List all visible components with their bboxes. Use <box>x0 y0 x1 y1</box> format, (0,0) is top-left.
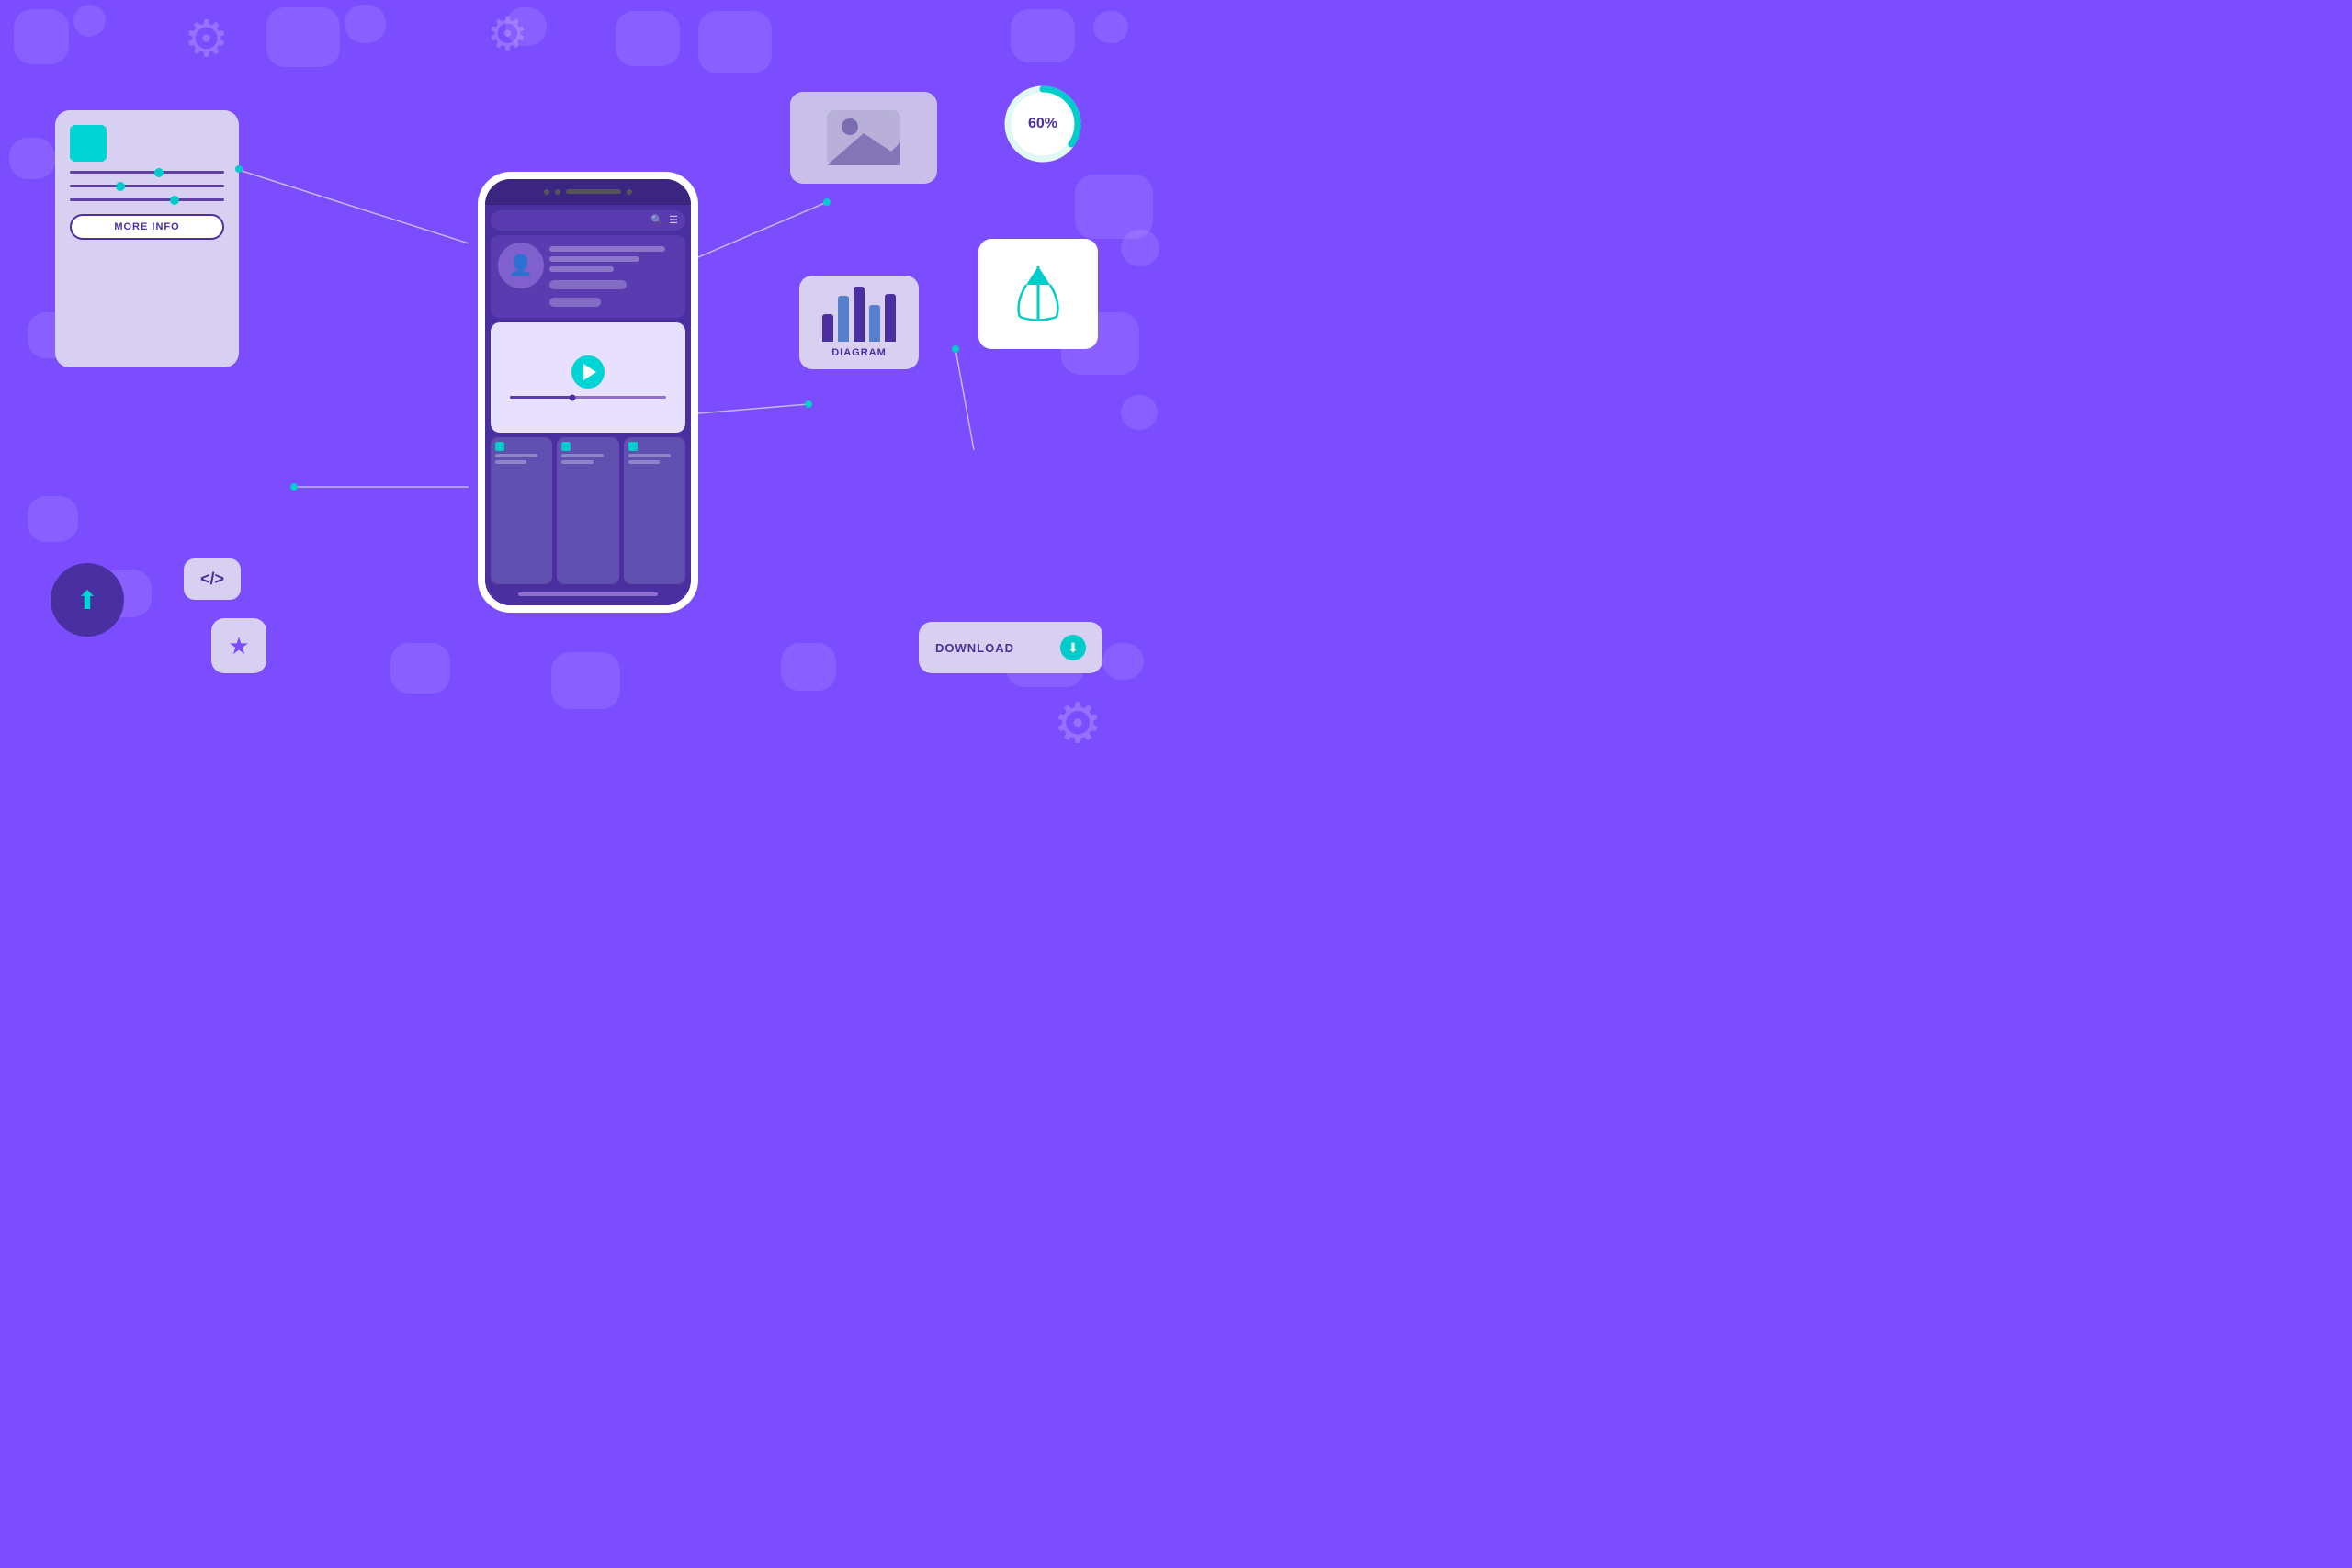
connector-dot-1 <box>235 165 243 173</box>
cloud-upload-icon: ⬆ <box>76 585 97 615</box>
play-button[interactable] <box>571 355 605 389</box>
card-line <box>495 454 537 457</box>
image-card <box>790 92 937 184</box>
color-swatch <box>70 125 107 162</box>
camera-dot-2 <box>555 189 560 195</box>
gear-icon-top-left: ⚙ <box>184 9 229 68</box>
sliders-container <box>70 171 224 201</box>
slider-thumb-1[interactable] <box>154 168 164 177</box>
bg-square-15 <box>1121 395 1158 430</box>
grid-card-2 <box>557 437 618 584</box>
speaker <box>566 189 621 194</box>
bar-5 <box>885 294 896 342</box>
bg-square-12 <box>1121 230 1159 266</box>
download-button[interactable]: ⬇ <box>1060 635 1086 660</box>
diagram-card: DIAGRAM <box>799 276 919 369</box>
phone-notch <box>485 179 691 205</box>
bg-square-2 <box>74 5 106 37</box>
slider-thumb-2[interactable] <box>116 182 125 191</box>
bg-square-3 <box>266 7 340 67</box>
percent-circle: 60% <box>1001 83 1084 165</box>
bg-square-22 <box>1102 643 1144 680</box>
slider-1[interactable] <box>70 171 224 174</box>
diagram-label: DIAGRAM <box>831 347 887 358</box>
grid-card-3 <box>624 437 685 584</box>
search-icon: 🔍 <box>650 214 663 226</box>
slider-2[interactable] <box>70 185 224 187</box>
phone-screen: 🔍 ☰ 👤 <box>485 205 691 605</box>
phone-search-bar[interactable]: 🔍 ☰ <box>491 210 685 231</box>
profile-action-btn-2[interactable] <box>549 298 601 307</box>
profile-section: 👤 <box>491 235 685 318</box>
code-tag-bubble: </> <box>184 558 241 600</box>
phone-device: 🔍 ☰ 👤 <box>478 172 698 613</box>
bg-square-10 <box>9 138 55 179</box>
bg-square-8 <box>1011 9 1075 62</box>
landscape-image-icon <box>827 110 900 165</box>
bar-2 <box>838 296 849 342</box>
connector-dot-5 <box>952 345 959 353</box>
card-line <box>495 460 526 464</box>
video-progress-dot <box>570 394 576 400</box>
slider-3[interactable] <box>70 198 224 201</box>
user-icon: 👤 <box>508 254 533 277</box>
card-line <box>561 460 593 464</box>
tool-card <box>978 239 1098 349</box>
bg-square-16 <box>28 496 78 542</box>
bar-4 <box>869 305 880 342</box>
connector-dot-4 <box>805 400 812 408</box>
more-info-button[interactable]: MORE INFO <box>70 214 224 240</box>
menu-icon: ☰ <box>669 214 678 226</box>
sensor-dot <box>627 189 632 195</box>
video-player <box>491 322 685 433</box>
gear-icon-top-center: ⚙ <box>487 7 528 61</box>
bg-square-1 <box>14 9 69 64</box>
main-scene: ⚙ ⚙ ⚙ MORE INFO <box>0 0 1176 784</box>
bar-chart <box>822 287 896 342</box>
profile-info <box>549 243 678 310</box>
card-line <box>628 460 660 464</box>
connector-dot-3 <box>823 198 831 206</box>
bg-square-20 <box>781 643 836 691</box>
slider-thumb-3[interactable] <box>170 196 179 205</box>
profile-line-1 <box>549 246 665 252</box>
card-line <box>561 454 604 457</box>
grid-card-1 <box>491 437 552 584</box>
bg-square-7 <box>698 11 772 73</box>
content-grid <box>491 437 685 584</box>
code-tag-text: </> <box>200 570 224 588</box>
download-arrow-icon: ⬇ <box>1068 640 1079 656</box>
play-icon <box>583 364 596 380</box>
star-bubble: ★ <box>211 618 266 673</box>
percent-value: 60% <box>1028 116 1057 132</box>
bg-square-4 <box>345 5 386 43</box>
card-icon-2 <box>561 442 571 451</box>
bg-square-19 <box>551 652 620 709</box>
download-card: DOWNLOAD ⬇ <box>919 622 1102 673</box>
bar-1 <box>822 314 833 342</box>
star-icon: ★ <box>228 632 249 660</box>
bg-square-9 <box>1093 11 1128 43</box>
card-icon-1 <box>495 442 504 451</box>
card-line <box>628 454 671 457</box>
home-indicator <box>518 592 658 596</box>
bar-3 <box>854 287 865 342</box>
avatar: 👤 <box>498 243 544 288</box>
settings-card: MORE INFO <box>55 110 239 367</box>
video-progress-bar[interactable] <box>510 396 666 399</box>
cloud-upload-button[interactable]: ⬆ <box>51 563 124 637</box>
camera-dot <box>544 189 549 195</box>
download-label: DOWNLOAD <box>935 641 1014 655</box>
bg-square-6 <box>616 11 680 66</box>
gear-icon-bottom-right: ⚙ <box>1053 692 1102 756</box>
profile-action-btn[interactable] <box>549 280 627 289</box>
profile-line-2 <box>549 256 639 262</box>
connector-dot-2 <box>290 483 298 491</box>
video-progress-fill <box>510 396 572 399</box>
card-icon-3 <box>628 442 638 451</box>
profile-line-3 <box>549 266 614 272</box>
bg-square-18 <box>390 643 450 694</box>
pen-tool-icon <box>1006 257 1070 331</box>
